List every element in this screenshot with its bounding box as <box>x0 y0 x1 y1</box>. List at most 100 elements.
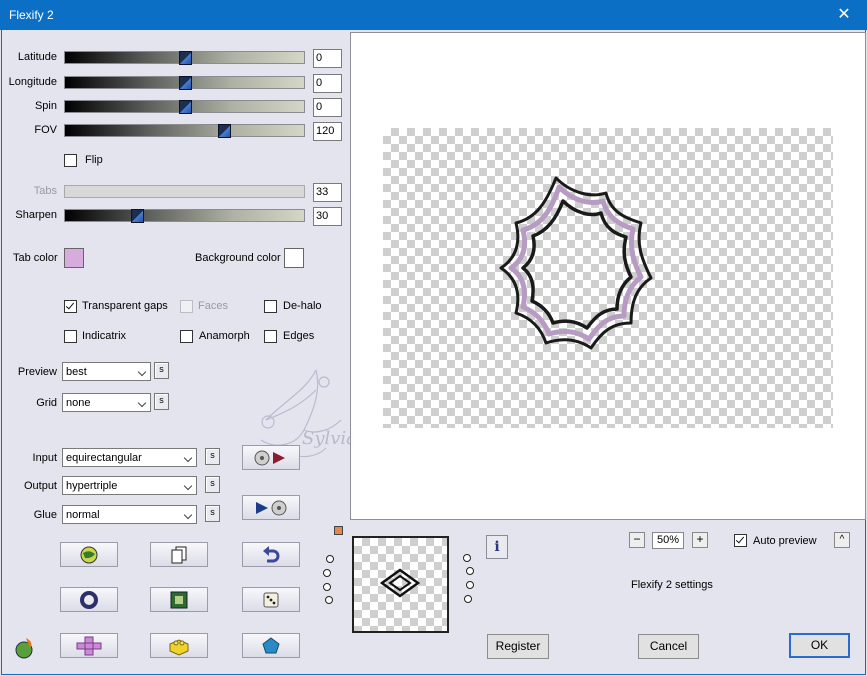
window-title: Flexify 2 <box>9 8 54 22</box>
disc-play-icon <box>254 450 285 465</box>
play-input-button[interactable] <box>242 445 300 470</box>
tabs-label: Tabs <box>33 185 57 197</box>
dialog-body: Latitude 0 Longitude 0 Spin 0 FOV 120 Fl… <box>1 30 866 675</box>
chevron-down-icon <box>183 481 193 491</box>
sharpen-input[interactable]: 30 <box>313 207 342 226</box>
dice-button[interactable] <box>242 587 300 612</box>
navigator-dot[interactable] <box>322 582 331 591</box>
indicatrix-label: Indicatrix <box>82 330 127 342</box>
flip-label: Flip <box>85 154 103 166</box>
output-s-button[interactable]: s <box>205 476 220 493</box>
auto-preview-checkbox[interactable] <box>734 534 747 547</box>
fov-input[interactable]: 120 <box>313 122 342 141</box>
edges-checkbox[interactable] <box>264 330 277 343</box>
zoom-out-button[interactable]: − <box>629 532 645 548</box>
pentagon-button[interactable] <box>242 633 300 658</box>
tabs-slider <box>64 185 305 198</box>
preview-s-button[interactable]: s <box>154 362 169 379</box>
background-color-swatch[interactable] <box>284 248 304 268</box>
ok-button-label: OK <box>810 638 829 652</box>
latitude-slider-thumb[interactable] <box>178 51 192 65</box>
spin-input[interactable]: 0 <box>313 98 342 117</box>
spin-slider-thumb[interactable] <box>178 100 192 114</box>
register-button-label: Register <box>495 639 541 653</box>
cross-button[interactable] <box>60 633 118 658</box>
chevron-down-icon <box>183 453 193 463</box>
fov-label: FOV <box>34 124 57 136</box>
navigator-dot[interactable] <box>465 567 474 576</box>
brick-button[interactable] <box>150 633 208 658</box>
navigator-thumbnail[interactable] <box>352 536 449 633</box>
navigator-dot[interactable] <box>324 596 333 605</box>
tab-color-swatch[interactable] <box>64 248 84 268</box>
cancel-button[interactable]: Cancel <box>638 634 699 659</box>
sharpen-slider[interactable] <box>64 209 305 223</box>
glue-label: Glue <box>33 509 57 521</box>
info-button[interactable]: i <box>486 535 508 559</box>
chevron-down-icon <box>183 510 193 520</box>
star-frame-render <box>499 176 653 350</box>
glue-s-button[interactable]: s <box>205 505 220 522</box>
navigator-dot[interactable] <box>464 594 473 603</box>
longitude-slider-thumb[interactable] <box>178 76 192 90</box>
longitude-slider[interactable] <box>64 76 305 90</box>
chevron-down-icon <box>137 367 147 377</box>
undo-icon <box>263 545 280 562</box>
ok-button[interactable]: OK <box>789 633 850 658</box>
play-output-button[interactable] <box>242 495 300 520</box>
dice-icon <box>263 592 279 607</box>
longitude-input[interactable]: 0 <box>313 74 342 93</box>
frame-button[interactable] <box>150 587 208 612</box>
tab-color-label: Tab color <box>13 252 58 264</box>
latitude-slider[interactable] <box>64 51 305 65</box>
zoom-level: 50% <box>652 532 684 549</box>
close-icon[interactable]: ✕ <box>821 0 867 30</box>
ring-button[interactable] <box>60 587 118 612</box>
spin-label: Spin <box>34 100 57 112</box>
copy-button[interactable] <box>150 542 208 567</box>
grid-s-button[interactable]: s <box>154 393 169 410</box>
fov-slider[interactable] <box>64 124 305 138</box>
output-select[interactable]: hypertriple <box>62 476 197 495</box>
input-s-button[interactable]: s <box>205 448 220 465</box>
undo-button[interactable] <box>242 542 300 567</box>
background-color-label: Background color <box>195 252 281 264</box>
glue-select[interactable]: normal <box>62 505 197 524</box>
anamorph-label: Anamorph <box>199 330 250 342</box>
indicatrix-checkbox[interactable] <box>64 330 77 343</box>
navigator-corner-handle[interactable] <box>334 526 343 535</box>
flame-globe-icon <box>15 638 33 659</box>
navigator-shape-icon <box>380 568 420 598</box>
transparent-gaps-checkbox[interactable] <box>64 300 77 313</box>
zoom-in-button[interactable]: + <box>692 532 708 548</box>
fov-slider-thumb[interactable] <box>218 124 232 138</box>
register-button[interactable]: Register <box>487 634 549 659</box>
de-halo-checkbox[interactable] <box>264 300 277 313</box>
navigator-dot[interactable] <box>326 555 335 564</box>
input-select[interactable]: equirectangular <box>62 448 197 467</box>
navigator-dot[interactable] <box>462 554 471 563</box>
tabs-input: 33 <box>313 183 342 202</box>
settings-label: Flexify 2 settings <box>631 579 713 591</box>
ring-icon <box>80 590 98 609</box>
output-select-value: hypertriple <box>66 480 118 492</box>
cross-icon <box>76 636 102 655</box>
preview-canvas[interactable] <box>350 32 866 520</box>
grid-select[interactable]: none <box>62 393 151 412</box>
sharpen-slider-thumb[interactable] <box>130 209 144 223</box>
anamorph-checkbox[interactable] <box>180 330 193 343</box>
longitude-label: Longitude <box>8 76 57 88</box>
frame-icon <box>170 591 188 608</box>
latitude-input[interactable]: 0 <box>313 49 342 68</box>
spin-slider[interactable] <box>64 100 305 114</box>
collapse-button[interactable]: ^ <box>834 532 850 548</box>
cancel-button-label: Cancel <box>649 639 688 653</box>
preview-label: Preview <box>17 366 57 378</box>
navigator-dot[interactable] <box>323 568 332 577</box>
preview-select[interactable]: best <box>62 362 151 381</box>
flip-checkbox[interactable] <box>64 154 77 167</box>
glue-select-value: normal <box>66 509 100 521</box>
grid-label: Grid <box>36 397 57 409</box>
navigator-dot[interactable] <box>466 581 475 590</box>
globe-button[interactable] <box>60 542 118 567</box>
